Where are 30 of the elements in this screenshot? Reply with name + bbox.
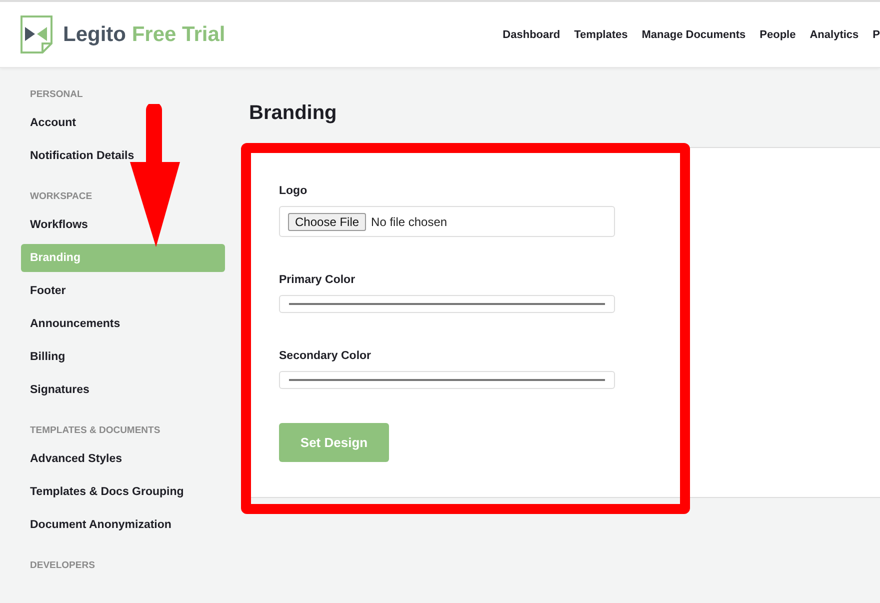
nav-link[interactable]: Dashboard [502, 28, 560, 40]
section-heading: WORKSPACE [29, 190, 94, 204]
section-heading: DEVELOPERS [29, 559, 96, 573]
nav-link[interactable]: Templates [574, 28, 628, 40]
sidebar-item[interactable]: Account [21, 109, 225, 137]
color-picker[interactable] [279, 295, 615, 313]
sidebar-item[interactable]: Footer [21, 277, 225, 305]
file-input[interactable]: Choose File No file chosen [279, 206, 615, 237]
section-heading: PERSONAL [29, 88, 84, 102]
field-label: Primary Color [279, 273, 356, 287]
color-picker[interactable] [279, 371, 615, 389]
sidebar-item[interactable]: Signatures [21, 376, 225, 404]
nav-link[interactable]: Analytics [810, 28, 859, 40]
page-title: Branding [249, 101, 338, 126]
choose-file-button[interactable]: Choose File [288, 212, 366, 230]
sidebar-item[interactable]: Workflows [21, 211, 225, 239]
logo-icon [20, 15, 53, 54]
sidebar-item[interactable]: Templates & Docs Grouping [21, 478, 225, 506]
sidebar-item[interactable]: Advanced Styles [21, 445, 225, 473]
app-title: Legito Free Trial [63, 22, 226, 46]
nav-link[interactable]: Manage Documents [642, 28, 746, 40]
sidebar-item[interactable]: Billing [21, 343, 225, 371]
sidebar-item[interactable]: Document Anonymization [21, 511, 225, 539]
nav-link[interactable]: P [872, 28, 880, 40]
sidebar-item[interactable]: Announcements [21, 310, 225, 338]
nav-link[interactable]: People [760, 28, 796, 40]
sidebar-item[interactable]: Notification Details [21, 142, 225, 170]
field-label: Logo [279, 184, 308, 198]
section-heading: TEMPLATES & DOCUMENTS [29, 424, 162, 438]
field-label: Secondary Color [279, 349, 372, 363]
